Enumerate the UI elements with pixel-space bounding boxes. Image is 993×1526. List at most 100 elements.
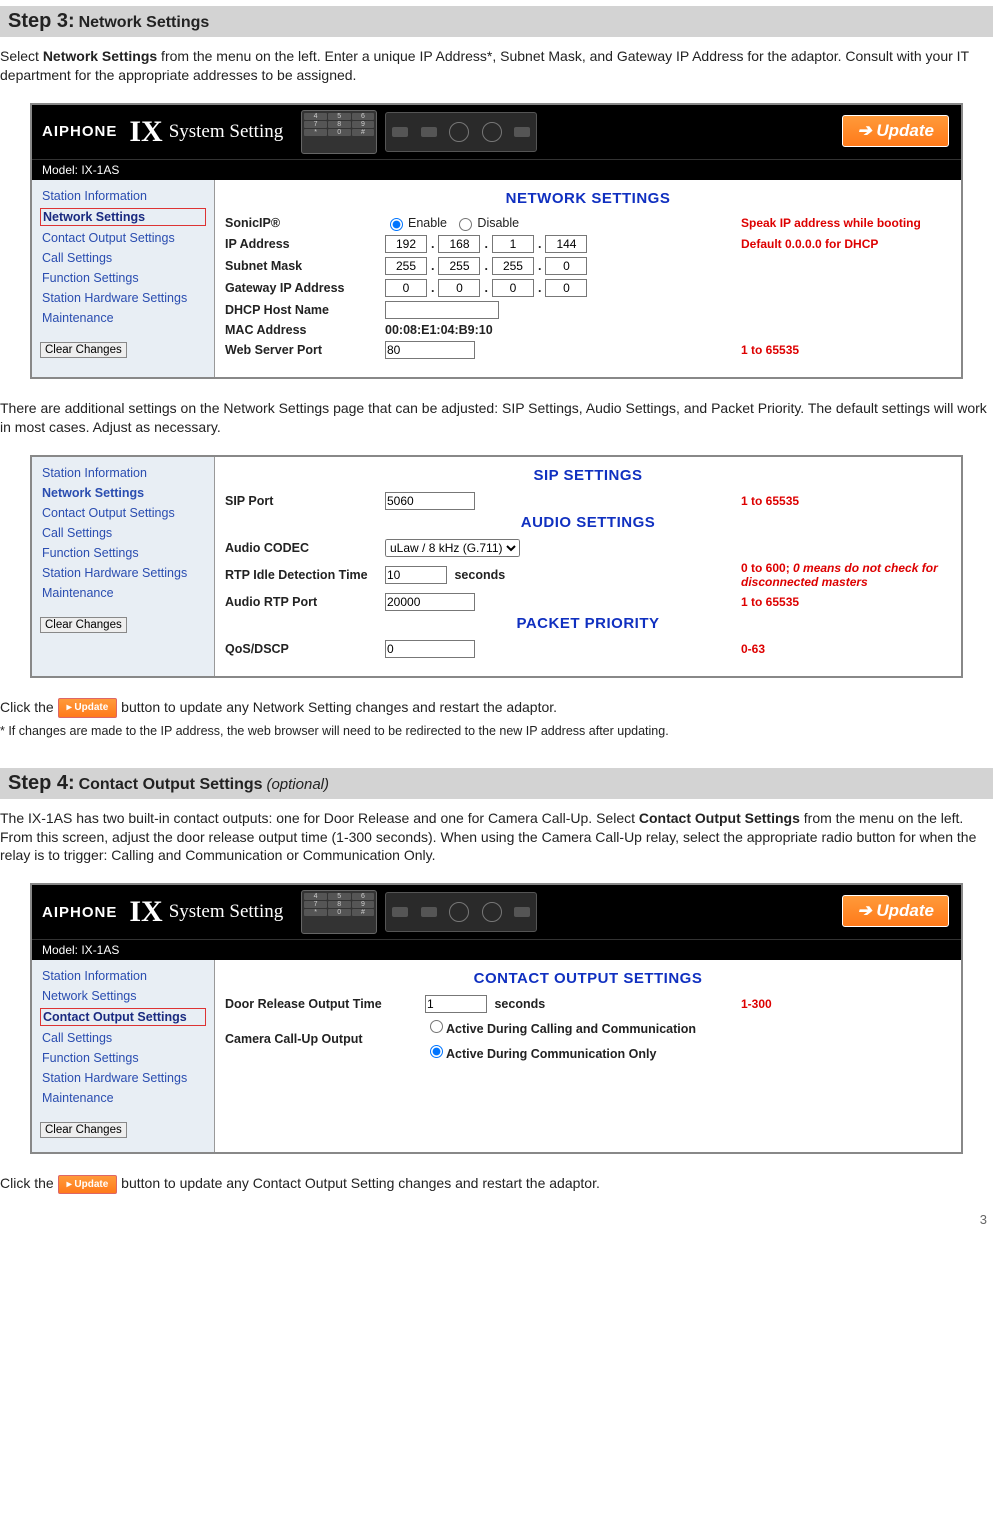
mask-3[interactable]	[492, 257, 534, 275]
cam-opt1-label: Active During Calling and Communication	[446, 1022, 696, 1036]
rtpport-input[interactable]	[385, 593, 475, 611]
gw-4[interactable]	[545, 279, 587, 297]
sidebar-item-function-settings[interactable]: Function Settings	[32, 268, 214, 288]
sidebar-item-maintenance[interactable]: Maintenance	[32, 1088, 214, 1108]
t: button to update any Network Setting cha…	[117, 699, 557, 715]
step3-intro: Select Network Settings from the menu on…	[0, 47, 993, 85]
ix-logo: IX	[129, 895, 162, 929]
sonicip-label: SonicIP®	[225, 216, 385, 230]
ip-4[interactable]	[545, 235, 587, 253]
sidebar-item-hardware-settings[interactable]: Station Hardware Settings	[32, 288, 214, 308]
control-image	[385, 892, 537, 932]
sonicip-enable-radio[interactable]	[390, 218, 403, 231]
t: Click the	[0, 699, 58, 715]
update-button[interactable]: Update	[842, 895, 949, 927]
clear-changes-button[interactable]: Clear Changes	[40, 1122, 127, 1138]
gw-1[interactable]	[385, 279, 427, 297]
t: The IX-1AS has two built-in contact outp…	[0, 810, 639, 826]
sidebar-3: Station Information Network Settings Con…	[32, 960, 215, 1152]
page-number: 3	[980, 1212, 987, 1227]
cam-opt2-radio[interactable]	[430, 1045, 443, 1058]
cam-opt1-radio[interactable]	[430, 1020, 443, 1033]
mask-2[interactable]	[438, 257, 480, 275]
t-bold: Network Settings	[43, 48, 157, 64]
sidebar-item-call-settings[interactable]: Call Settings	[32, 1028, 214, 1048]
network-settings-title: NETWORK SETTINGS	[225, 190, 951, 207]
gw-2[interactable]	[438, 279, 480, 297]
audio-title: AUDIO SETTINGS	[225, 514, 951, 531]
sonicip-hint: Speak IP address while booting	[741, 216, 951, 230]
sidebar-item-function-settings[interactable]: Function Settings	[32, 543, 214, 563]
keypad-image: 456789*0#	[301, 110, 377, 154]
dhcp-input[interactable]	[385, 301, 499, 319]
qos-label: QoS/DSCP	[225, 642, 385, 656]
inline-update-icon: Update	[58, 698, 118, 718]
webport-hint: 1 to 65535	[741, 343, 951, 357]
sidebar: Station Information Network Settings Con…	[32, 180, 215, 377]
network-settings-panel: AIPHONE IX System Setting 456789*0# Upda…	[30, 103, 963, 379]
rtpidle-label: RTP Idle Detection Time	[225, 568, 385, 582]
sip-audio-panel: Station Information Network Settings Con…	[30, 455, 963, 678]
sidebar-item-maintenance[interactable]: Maintenance	[32, 308, 214, 328]
sidebar-item-call-settings[interactable]: Call Settings	[32, 523, 214, 543]
enable-label: Enable	[408, 216, 447, 230]
disable-label: Disable	[477, 216, 519, 230]
mask-1[interactable]	[385, 257, 427, 275]
sidebar-item-maintenance[interactable]: Maintenance	[32, 583, 214, 603]
sidebar-item-station-info[interactable]: Station Information	[32, 463, 214, 483]
step4-num: Step 4:	[8, 772, 75, 794]
mask-4[interactable]	[545, 257, 587, 275]
sip-content: SIP SETTINGS SIP Port 1 to 65535 AUDIO S…	[215, 457, 961, 676]
sidebar-item-station-info[interactable]: Station Information	[32, 186, 214, 206]
door-release-input[interactable]	[425, 995, 487, 1013]
qos-input[interactable]	[385, 640, 475, 658]
door-release-label: Door Release Output Time	[225, 997, 425, 1011]
ip-label: IP Address	[225, 237, 385, 251]
sidebar-item-function-settings[interactable]: Function Settings	[32, 1048, 214, 1068]
sidebar-item-network-settings[interactable]: Network Settings	[32, 986, 214, 1006]
sidebar-item-contact-output[interactable]: Contact Output Settings	[40, 1008, 206, 1026]
step3-header: Step 3: Network Settings	[0, 6, 993, 37]
gw-3[interactable]	[492, 279, 534, 297]
rtpport-label: Audio RTP Port	[225, 595, 385, 609]
control-image	[385, 112, 537, 152]
step4-title: Contact Output Settings	[79, 776, 263, 793]
rtpidle-input[interactable]	[385, 566, 447, 584]
rtpport-hint: 1 to 65535	[741, 595, 951, 609]
sidebar-item-call-settings[interactable]: Call Settings	[32, 248, 214, 268]
webport-label: Web Server Port	[225, 343, 385, 357]
update-button[interactable]: Update	[842, 115, 949, 147]
door-release-hint: 1-300	[741, 997, 951, 1011]
sidebar-item-hardware-settings[interactable]: Station Hardware Settings	[32, 1068, 214, 1088]
sidebar-item-hardware-settings[interactable]: Station Hardware Settings	[32, 563, 214, 583]
mac-label: MAC Address	[225, 323, 385, 337]
codec-select[interactable]: uLaw / 8 kHz (G.711)	[385, 539, 520, 557]
step3-mid-text: There are additional settings on the Net…	[0, 399, 993, 437]
sipport-input[interactable]	[385, 492, 475, 510]
rtpidle-hint: 0 to 600; 0 means do not check for disco…	[741, 561, 951, 589]
step3-num: Step 3:	[8, 10, 75, 32]
sonicip-disable-radio[interactable]	[459, 218, 472, 231]
step4-header: Step 4: Contact Output Settings (optiona…	[0, 768, 993, 799]
sidebar-item-network-settings[interactable]: Network Settings	[40, 208, 206, 226]
sidebar-item-contact-output[interactable]: Contact Output Settings	[32, 503, 214, 523]
t-bold: Contact Output Settings	[639, 810, 800, 826]
step4-intro: The IX-1AS has two built-in contact outp…	[0, 809, 993, 866]
codec-label: Audio CODEC	[225, 541, 385, 555]
seconds-label: seconds	[494, 997, 545, 1011]
network-content: NETWORK SETTINGS SonicIP® Enable Disable…	[215, 180, 961, 377]
click-update-2: Click the Update button to update any Co…	[0, 1174, 993, 1194]
ip-1[interactable]	[385, 235, 427, 253]
webport-input[interactable]	[385, 341, 475, 359]
clear-changes-button[interactable]: Clear Changes	[40, 617, 127, 633]
ip-3[interactable]	[492, 235, 534, 253]
step4-optional: (optional)	[266, 776, 329, 793]
gw-label: Gateway IP Address	[225, 281, 385, 295]
model-row: Model: IX-1AS	[32, 159, 961, 180]
clear-changes-button[interactable]: Clear Changes	[40, 342, 127, 358]
sidebar-item-station-info[interactable]: Station Information	[32, 966, 214, 986]
sidebar-item-network-settings[interactable]: Network Settings	[32, 483, 214, 503]
ip-hint: Default 0.0.0.0 for DHCP	[741, 237, 951, 251]
ip-2[interactable]	[438, 235, 480, 253]
sidebar-item-contact-output[interactable]: Contact Output Settings	[32, 228, 214, 248]
